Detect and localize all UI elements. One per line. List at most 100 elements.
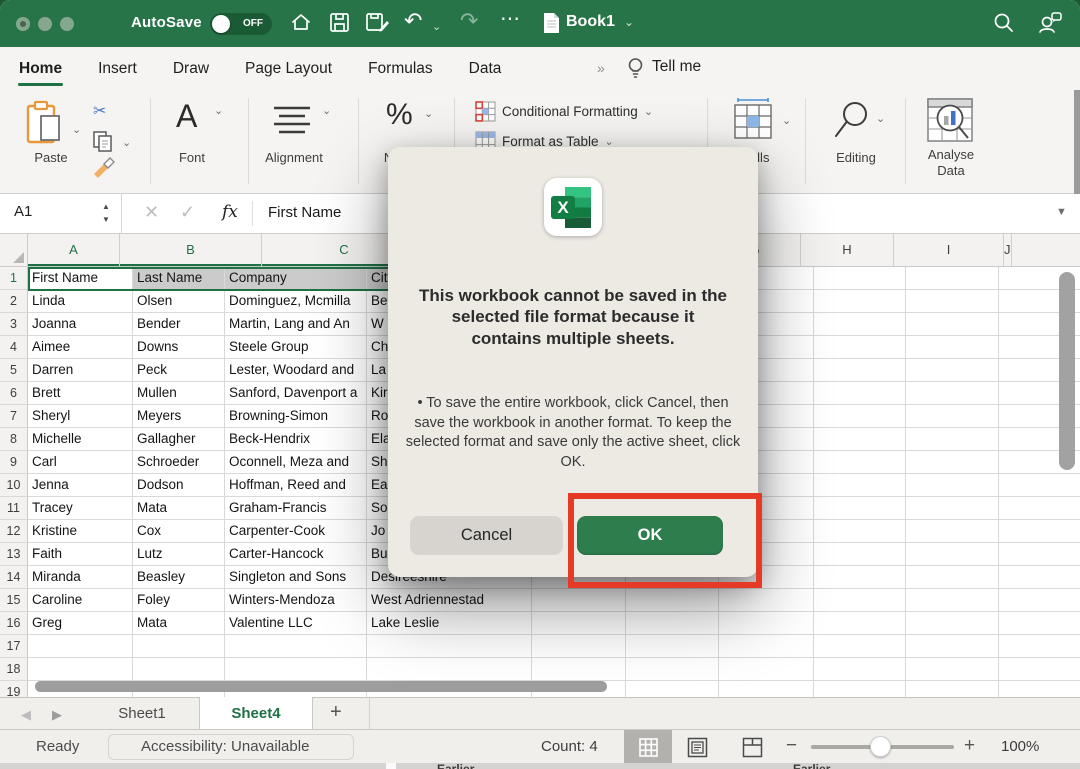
cell[interactable] bbox=[814, 359, 906, 382]
cell[interactable] bbox=[814, 428, 906, 451]
conditional-formatting-button[interactable]: Conditional Formatting ⌄ bbox=[475, 101, 653, 122]
cell[interactable]: Sanford, Davenport a bbox=[225, 382, 367, 405]
page-layout-view-button[interactable] bbox=[683, 730, 711, 764]
cell[interactable]: Steele Group bbox=[225, 336, 367, 359]
cell[interactable]: Graham-Francis bbox=[225, 497, 367, 520]
zoom-in-button[interactable]: + bbox=[964, 735, 975, 757]
zoom-slider-knob[interactable] bbox=[870, 736, 891, 757]
cell[interactable] bbox=[906, 635, 999, 658]
cell[interactable]: Singleton and Sons bbox=[225, 566, 367, 589]
cell[interactable]: Martin, Lang and An bbox=[225, 313, 367, 336]
row-header[interactable]: 7 bbox=[0, 405, 28, 428]
cell[interactable] bbox=[814, 520, 906, 543]
cell[interactable]: Bender bbox=[133, 313, 225, 336]
row-header[interactable]: 13 bbox=[0, 543, 28, 566]
cell[interactable] bbox=[814, 658, 906, 681]
cell[interactable]: Gallagher bbox=[133, 428, 225, 451]
zoom-out-button[interactable]: − bbox=[786, 735, 797, 757]
cell[interactable]: Carpenter-Cook bbox=[225, 520, 367, 543]
stepper-down-icon[interactable]: ▼ bbox=[102, 213, 110, 226]
cell[interactable] bbox=[814, 497, 906, 520]
cell[interactable] bbox=[133, 658, 225, 681]
cell[interactable] bbox=[814, 290, 906, 313]
name-box-stepper[interactable]: ▲ ▼ bbox=[102, 200, 110, 226]
redo-icon[interactable]: ↷ bbox=[460, 8, 478, 34]
cell[interactable] bbox=[999, 681, 1080, 697]
cell[interactable] bbox=[999, 520, 1080, 543]
cell[interactable] bbox=[906, 612, 999, 635]
row-header[interactable]: 4 bbox=[0, 336, 28, 359]
row-header[interactable]: 10 bbox=[0, 474, 28, 497]
cell[interactable]: Carl bbox=[28, 451, 133, 474]
cell[interactable]: Tracey bbox=[28, 497, 133, 520]
cell[interactable] bbox=[814, 336, 906, 359]
cell[interactable] bbox=[814, 681, 906, 697]
cell[interactable] bbox=[814, 382, 906, 405]
cancel-button[interactable]: Cancel bbox=[410, 516, 563, 555]
cell[interactable] bbox=[906, 543, 999, 566]
cell[interactable]: Last Name bbox=[133, 267, 225, 290]
cell[interactable]: Mata bbox=[133, 612, 225, 635]
editing-chevron-icon[interactable]: ⌄ bbox=[876, 112, 885, 125]
cell[interactable]: Peck bbox=[133, 359, 225, 382]
row-header[interactable]: 5 bbox=[0, 359, 28, 382]
page-break-view-button[interactable] bbox=[738, 730, 766, 764]
cell[interactable] bbox=[814, 589, 906, 612]
cell[interactable] bbox=[225, 635, 367, 658]
cell[interactable] bbox=[906, 658, 999, 681]
cell[interactable]: Dodson bbox=[133, 474, 225, 497]
cell[interactable]: Lake Leslie bbox=[367, 612, 532, 635]
cell[interactable] bbox=[906, 359, 999, 382]
cell[interactable] bbox=[906, 428, 999, 451]
editing-icon[interactable] bbox=[831, 98, 873, 147]
cell[interactable] bbox=[367, 658, 532, 681]
cell[interactable] bbox=[906, 681, 999, 697]
cell[interactable]: First Name bbox=[28, 267, 133, 290]
column-header[interactable]: B bbox=[120, 234, 262, 266]
cell[interactable]: West Adriennestad bbox=[367, 589, 532, 612]
ribbon-tab[interactable]: Page Layout bbox=[244, 47, 333, 90]
cell[interactable]: Lester, Woodard and bbox=[225, 359, 367, 382]
alignment-chevron-icon[interactable]: ⌄ bbox=[322, 104, 331, 117]
paste-chevron-icon[interactable]: ⌄ bbox=[72, 123, 81, 136]
cell[interactable]: Cox bbox=[133, 520, 225, 543]
row-header[interactable]: 12 bbox=[0, 520, 28, 543]
cell[interactable] bbox=[814, 566, 906, 589]
cell[interactable]: Linda bbox=[28, 290, 133, 313]
cell[interactable] bbox=[906, 497, 999, 520]
cell[interactable] bbox=[532, 612, 626, 635]
cell[interactable] bbox=[906, 290, 999, 313]
cell[interactable] bbox=[814, 267, 906, 290]
cell[interactable] bbox=[719, 658, 814, 681]
copy-chevron-icon[interactable]: ⌄ bbox=[122, 136, 131, 149]
cell[interactable] bbox=[906, 474, 999, 497]
cell[interactable] bbox=[999, 658, 1080, 681]
cell[interactable] bbox=[626, 635, 719, 658]
insert-function-icon[interactable]: fx bbox=[222, 202, 238, 222]
sheet-tab-sheet4[interactable]: Sheet4 bbox=[199, 697, 313, 730]
font-icon[interactable]: A bbox=[176, 98, 197, 135]
confirm-entry-icon[interactable]: ✓ bbox=[180, 202, 195, 223]
cell[interactable] bbox=[626, 612, 719, 635]
ribbon-tab[interactable]: Home bbox=[18, 47, 63, 90]
cell[interactable]: Jenna bbox=[28, 474, 133, 497]
cell[interactable]: Foley bbox=[133, 589, 225, 612]
row-header[interactable]: 1 bbox=[0, 267, 28, 290]
cell[interactable] bbox=[532, 635, 626, 658]
more-commands-icon[interactable]: ⋯ bbox=[500, 6, 520, 32]
save-as-icon[interactable] bbox=[365, 10, 391, 36]
cell[interactable] bbox=[814, 635, 906, 658]
cell[interactable] bbox=[814, 474, 906, 497]
cell[interactable] bbox=[906, 382, 999, 405]
row-header[interactable]: 17 bbox=[0, 635, 28, 658]
row-header[interactable]: 6 bbox=[0, 382, 28, 405]
cell[interactable]: Olsen bbox=[133, 290, 225, 313]
format-painter-icon[interactable] bbox=[90, 156, 118, 183]
row-header[interactable]: 18 bbox=[0, 658, 28, 681]
cut-icon[interactable]: ✂ bbox=[93, 101, 106, 121]
cell[interactable]: Winters-Mendoza bbox=[225, 589, 367, 612]
search-icon[interactable] bbox=[992, 10, 1016, 36]
normal-view-button[interactable] bbox=[624, 730, 672, 764]
alignment-icon[interactable] bbox=[270, 104, 314, 141]
next-sheet-icon[interactable]: ▶ bbox=[52, 707, 62, 723]
